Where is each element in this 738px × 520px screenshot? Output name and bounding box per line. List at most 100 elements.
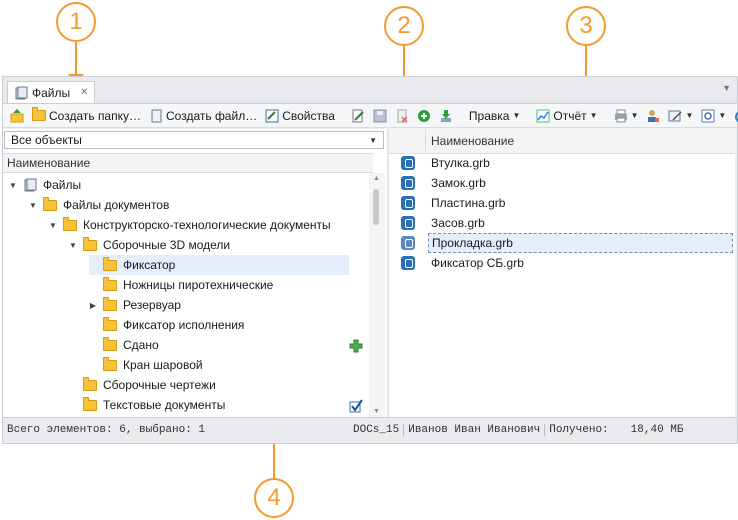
tree-column-header[interactable]: Наименование [3,153,373,173]
callout-3: 3 [566,6,606,46]
tree-node-label: Файлы документов [63,198,170,212]
expand-toggle-icon[interactable]: ▼ [49,221,57,230]
create-file-button[interactable]: Создать файл… [146,106,260,126]
up-folder-button[interactable] [7,106,27,126]
tree-node-assembly-drawings[interactable]: Сборочные чертежи [69,375,216,395]
properties-label: Свойства [282,108,335,123]
tree-node-submitted[interactable]: Сдано [89,335,159,355]
status-bar: Всего элементов: 6, выбрано: 1 DOCs_15 И… [3,417,737,442]
files-root-icon [24,178,37,192]
tree-scrollbar[interactable]: ▲ ▼ [369,173,385,417]
tree-node-doc-files[interactable]: ▼ Файлы документов [29,195,169,215]
tree-node-label: Сборочные 3D модели [103,238,231,252]
tree-node-label: Сборочные чертежи [103,378,216,392]
grb-file-icon [401,176,415,190]
file-icon [151,109,162,122]
file-name: Засов.grb [431,216,485,230]
chevron-down-icon: ▼ [630,111,639,120]
callout-2: 2 [384,6,424,46]
tree-node-reservoir[interactable]: ▶ Резервуар [89,295,181,315]
file-list-panel: Наименование Втулка.grb Замок.grb Пласти… [389,129,735,417]
grb-file-icon [401,196,415,210]
file-row[interactable]: Замок.grb [389,173,735,193]
download-button[interactable] [436,106,456,126]
tree-node-label: Кран шаровой [123,358,203,372]
added-plus-icon [349,339,363,353]
expand-toggle-icon[interactable]: ▼ [29,201,37,210]
report-menu-button[interactable]: Отчёт ▼ [533,106,600,126]
edit-menu-button[interactable]: Правка ▼ [466,106,523,126]
delete-button[interactable] [392,106,412,126]
tree-node-label: Текстовые документы [103,398,226,412]
zoom-window-icon [701,109,715,122]
tree-node-label: Резервуар [123,298,181,312]
tree-node-label: Конструкторско-технологические документы [83,218,331,232]
folder-icon [63,216,77,231]
tree-node-files[interactable]: ▼ Файлы [9,175,81,195]
expand-toggle-icon[interactable]: ▼ [69,241,77,250]
tree-node-label: Фиксатор исполнения [123,318,245,332]
download-icon [440,109,451,122]
folder-icon [83,236,97,251]
view-button[interactable]: ▼ [665,106,696,126]
files-tab-icon [15,86,28,99]
zoom-button[interactable]: ▼ [698,106,729,126]
scrollbar-thumb[interactable] [373,189,379,225]
tree-node-fiksator-variant[interactable]: Фиксатор исполнения [89,315,244,335]
status-received-value: 18,40 МБ [630,424,684,436]
folder-icon [103,296,117,311]
view-edit-icon [668,110,683,121]
tree-node-fiksator[interactable]: Фиксатор [89,255,349,275]
file-name: Прокладка.grb [428,233,733,253]
file-name: Пластина.grb [431,196,506,210]
user-button[interactable] [643,106,663,126]
file-row[interactable]: Пластина.grb [389,193,735,213]
name-column-header[interactable]: Наименование [431,134,514,148]
user-search-icon [648,109,660,122]
folder-icon [103,316,117,331]
folder-tree-panel: Все объекты ▼ Наименование ▼ Файлы ▼ Фай… [3,129,388,417]
expand-toggle-icon[interactable]: ▶ [89,301,97,310]
add-circle-icon [417,109,430,122]
file-row[interactable]: Засов.grb [389,213,735,233]
properties-button[interactable]: Свойства [262,106,338,126]
tab-label: Файлы [32,85,71,100]
scroll-up-icon[interactable]: ▲ [373,175,380,182]
refresh-button[interactable] [731,106,738,126]
tab-files[interactable]: Файлы ✕ [7,81,95,103]
tab-close-icon[interactable]: ✕ [80,87,88,98]
tab-strip: Файлы ✕ ▼ [3,77,737,104]
add-button[interactable] [414,106,434,126]
edit-icon [352,109,364,122]
file-list-header: Наименование [389,129,735,154]
folder-icon [103,256,117,271]
tree-node-3d-assemblies[interactable]: ▼ Сборочные 3D модели [69,235,230,255]
file-row[interactable]: Фиксатор СБ.grb [389,253,735,273]
grb-file-icon [401,256,415,270]
folder-icon [83,396,97,411]
grb-file-icon [401,156,415,170]
tree-node-ball-valve[interactable]: Кран шаровой [89,355,203,375]
save-button[interactable] [370,106,390,126]
tree-node-design-docs[interactable]: ▼ Конструкторско-технологические докумен… [49,215,331,235]
create-folder-button[interactable]: Создать папку… [29,106,144,126]
chevron-down-icon: ▼ [512,111,521,120]
scroll-down-icon[interactable]: ▼ [373,408,380,415]
tree-node-label: Фиксатор [123,258,176,272]
edit-button[interactable] [348,106,368,126]
file-row-selected[interactable]: Прокладка.grb [389,233,735,253]
tree-header-label: Наименование [7,156,91,170]
tree-node-text-docs[interactable]: Текстовые документы [69,395,225,415]
tree-node-scissors[interactable]: Ножницы пиротехнические [89,275,273,295]
report-chart-icon [536,109,550,122]
expand-toggle-icon[interactable]: ▼ [9,181,17,190]
status-count: Всего элементов: 6, выбрано: 1 [7,424,206,436]
file-row[interactable]: Втулка.grb [389,153,735,173]
print-button[interactable]: ▼ [611,106,642,126]
callout-4: 4 [254,478,294,518]
refresh-icon [735,111,738,122]
tree-node-label: Ножницы пиротехнические [123,278,274,292]
object-filter-select[interactable]: Все объекты ▼ [4,131,384,149]
tab-strip-menu-icon[interactable]: ▼ [722,83,731,93]
folder-icon [103,276,117,291]
